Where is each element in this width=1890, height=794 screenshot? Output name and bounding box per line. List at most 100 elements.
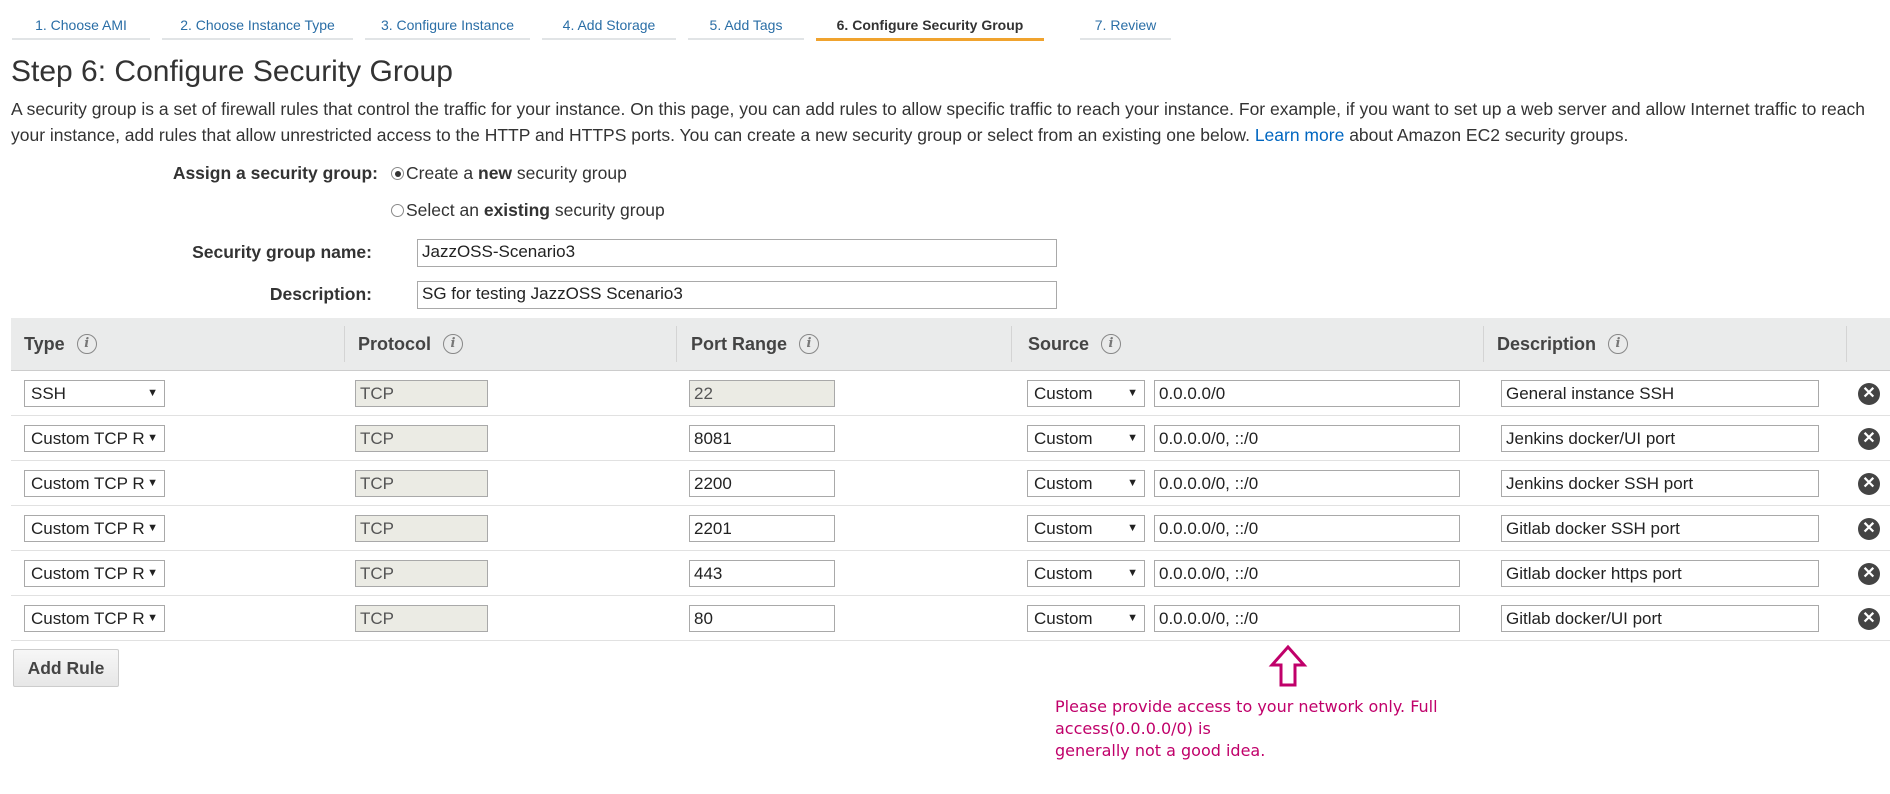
header-port-range: Port Range i xyxy=(691,318,820,370)
type-select[interactable]: Custom TCP R ▼ xyxy=(24,605,165,632)
tab-configure-instance[interactable]: 3. Configure Instance xyxy=(365,8,530,40)
option-bold: new xyxy=(478,163,513,183)
type-select[interactable]: Custom TCP R ▼ xyxy=(24,560,165,587)
info-icon[interactable]: i xyxy=(1608,334,1629,354)
source-input[interactable]: 0.0.0.0/0 xyxy=(1154,380,1460,407)
assign-security-group-label: Assign a security group: xyxy=(172,163,378,183)
info-icon[interactable]: i xyxy=(1101,334,1122,354)
learn-more-link[interactable]: Learn more xyxy=(1255,125,1345,145)
option-text: security group xyxy=(554,200,665,220)
dropdown-arrow-icon: ▼ xyxy=(147,567,158,579)
add-rule-button[interactable]: Add Rule xyxy=(13,649,119,687)
source-input[interactable]: 0.0.0.0/0, ::/0 xyxy=(1154,470,1460,497)
rule-description-input[interactable]: Gitlab docker SSH port xyxy=(1501,515,1819,542)
select-value: Custom TCP R xyxy=(31,609,145,628)
info-icon[interactable]: i xyxy=(799,334,820,354)
type-select[interactable]: Custom TCP R ▼ xyxy=(24,425,165,452)
remove-circle-icon[interactable]: ✕ xyxy=(1858,518,1880,540)
security-group-name-label: Security group name: xyxy=(192,242,372,262)
remove-circle-icon[interactable]: ✕ xyxy=(1858,473,1880,495)
type-select[interactable]: Custom TCP R ▼ xyxy=(24,470,165,497)
source-type-select[interactable]: Custom ▼ xyxy=(1027,560,1145,587)
radio-create-new[interactable]: Create a new security group xyxy=(391,163,627,184)
source-type-select[interactable]: Custom ▼ xyxy=(1027,515,1145,542)
source-type-select[interactable]: Custom ▼ xyxy=(1027,380,1145,407)
select-value: Custom TCP R xyxy=(31,564,145,583)
header-divider xyxy=(1846,326,1847,362)
source-type-select[interactable]: Custom ▼ xyxy=(1027,470,1145,497)
remove-circle-icon[interactable]: ✕ xyxy=(1858,383,1880,405)
description-input[interactable]: SG for testing JazzOSS Scenario3 xyxy=(417,281,1057,309)
tab-label: 5. Add Tags xyxy=(709,17,783,33)
select-value: Custom TCP R xyxy=(31,519,145,538)
intro-line-2: your instance, add rules that allow unre… xyxy=(11,122,1890,148)
source-input[interactable]: 0.0.0.0/0, ::/0 xyxy=(1154,605,1460,632)
dropdown-arrow-icon: ▼ xyxy=(147,387,158,399)
radio-select-existing[interactable]: Select an existing security group xyxy=(391,200,665,221)
header-label: Source xyxy=(1028,334,1090,354)
type-select[interactable]: Custom TCP R ▼ xyxy=(24,515,165,542)
option-text: Create a xyxy=(406,163,474,183)
protocol-field: TCP xyxy=(355,515,488,542)
tab-add-storage[interactable]: 4. Add Storage xyxy=(542,8,676,40)
port-range-input[interactable]: 80 xyxy=(689,605,835,632)
header-divider xyxy=(1011,326,1012,362)
source-type-select[interactable]: Custom ▼ xyxy=(1027,425,1145,452)
tab-choose-ami[interactable]: 1. Choose AMI xyxy=(12,8,150,40)
security-group-name-input[interactable]: JazzOSS-Scenario3 xyxy=(417,239,1057,267)
rule-description-input[interactable]: Gitlab docker https port xyxy=(1501,560,1819,587)
radio-button-icon[interactable] xyxy=(391,204,404,217)
option-text: security group xyxy=(516,163,627,183)
rule-description-input[interactable]: Jenkins docker/UI port xyxy=(1501,425,1819,452)
source-type-select[interactable]: Custom ▼ xyxy=(1027,605,1145,632)
tab-add-tags[interactable]: 5. Add Tags xyxy=(688,8,804,40)
dropdown-arrow-icon: ▼ xyxy=(1127,522,1138,534)
rule-description-input[interactable]: Gitlab docker/UI port xyxy=(1501,605,1819,632)
rule-description-input[interactable]: Jenkins docker SSH port xyxy=(1501,470,1819,497)
dropdown-arrow-icon: ▼ xyxy=(1127,387,1138,399)
rule-description-input[interactable]: General instance SSH xyxy=(1501,380,1819,407)
info-icon[interactable]: i xyxy=(76,334,97,354)
tab-label: 7. Review xyxy=(1094,17,1157,33)
protocol-field: TCP xyxy=(355,470,488,497)
source-input[interactable]: 0.0.0.0/0, ::/0 xyxy=(1154,515,1460,542)
port-range-input[interactable]: 2201 xyxy=(689,515,835,542)
tab-choose-instance-type[interactable]: 2. Choose Instance Type xyxy=(162,8,353,40)
warning-line-2: generally not a good idea. xyxy=(1055,741,1266,760)
port-range-input[interactable]: 443 xyxy=(689,560,835,587)
rule-row: Custom TCP R ▼ TCP 2200 Custom ▼ 0.0.0.0/0… xyxy=(11,461,1890,506)
select-value: Custom xyxy=(1034,384,1093,403)
security-warning: Please provide access to your network on… xyxy=(1055,696,1575,762)
remove-circle-icon[interactable]: ✕ xyxy=(1858,428,1880,450)
select-value: Custom xyxy=(1034,429,1093,448)
rules-table-header: Type i Protocol i Port Range i Source i Desc… xyxy=(11,318,1890,371)
warning-line-1: Please provide access to your network on… xyxy=(1055,697,1438,738)
header-divider xyxy=(1483,326,1484,362)
tab-review[interactable]: 7. Review xyxy=(1080,8,1171,40)
source-input[interactable]: 0.0.0.0/0, ::/0 xyxy=(1154,560,1460,587)
dropdown-arrow-icon: ▼ xyxy=(1127,612,1138,624)
select-value: Custom xyxy=(1034,519,1093,538)
select-value: SSH xyxy=(31,384,66,403)
dropdown-arrow-icon: ▼ xyxy=(147,477,158,489)
type-select[interactable]: SSH ▼ xyxy=(24,380,165,407)
rule-row: Custom TCP R ▼ TCP 8081 Custom ▼ 0.0.0.0/0… xyxy=(11,416,1890,461)
intro-text: A security group is a set of firewall ru… xyxy=(11,96,1890,148)
port-range-input[interactable]: 2200 xyxy=(689,470,835,497)
dropdown-arrow-icon: ▼ xyxy=(1127,567,1138,579)
option-bold: existing xyxy=(483,200,550,220)
remove-circle-icon[interactable]: ✕ xyxy=(1858,563,1880,585)
radio-button-checked-icon[interactable] xyxy=(391,167,404,180)
tab-configure-security-group[interactable]: 6. Configure Security Group xyxy=(816,8,1044,41)
rule-row: Custom TCP R ▼ TCP 2201 Custom ▼ 0.0.0.0/0… xyxy=(11,506,1890,551)
protocol-field: TCP xyxy=(355,605,488,632)
intro-line-1: A security group is a set of firewall ru… xyxy=(11,99,1865,119)
info-icon[interactable]: i xyxy=(443,334,464,354)
option-text: Select an xyxy=(406,200,479,220)
up-arrow-icon xyxy=(1268,644,1308,687)
header-description: Description i xyxy=(1497,318,1629,370)
header-divider xyxy=(676,326,677,362)
port-range-input[interactable]: 8081 xyxy=(689,425,835,452)
remove-circle-icon[interactable]: ✕ xyxy=(1858,608,1880,630)
source-input[interactable]: 0.0.0.0/0, ::/0 xyxy=(1154,425,1460,452)
